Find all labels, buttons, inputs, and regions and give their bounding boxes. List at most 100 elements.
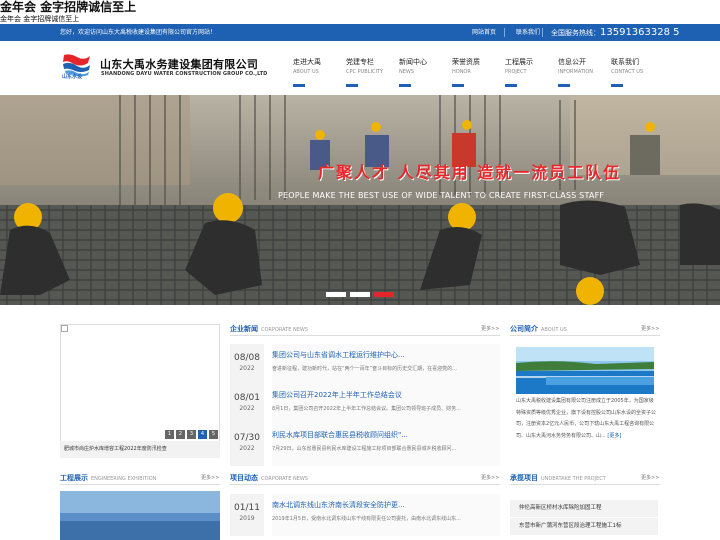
project-photo[interactable] <box>60 491 220 540</box>
nav-label-en: PROJECT <box>505 69 527 75</box>
projects-title-en: ENGINEERING EXHIBITION <box>91 476 157 482</box>
nav-underline <box>452 84 464 87</box>
news-date: 07/30 2022 <box>230 424 264 466</box>
pager-button[interactable]: 5 <box>209 430 218 439</box>
divider <box>510 484 660 485</box>
news-date: 08/01 2022 <box>230 384 264 426</box>
news-title-link[interactable]: 集团公司与山东省调水工程运行维护中心... <box>272 350 496 360</box>
logo-text: 山东水设 <box>62 74 83 80</box>
nav-label: 工程展示 <box>505 58 533 66</box>
hero-banner[interactable]: 广聚人才 人尽其用 造就一流员工队伍 PEOPLE MAKE THE BEST … <box>0 95 720 305</box>
news-summary: 8月1日，集团公司召开2022年上半年工作总结会议。集团公司领导班子成员、财务.… <box>272 406 461 412</box>
about-more-inline[interactable]: [更多] <box>607 433 621 439</box>
hotline: 全国服务热线：13591363328 5 <box>551 24 680 42</box>
undertake-item[interactable]: 东营市新广蒲河东营区段治理工程施工1标 <box>510 518 658 535</box>
news-title: 企业新闻 <box>230 325 258 333</box>
nav-project[interactable]: 工程展示 PROJECT <box>505 57 555 87</box>
about-title-en: ABOUT US <box>541 327 567 333</box>
news-item[interactable]: 08/08 2022 集团公司与山东省调水工程运行维护中心... 奋进新征程，建… <box>230 344 500 386</box>
news-date-day: 08/08 <box>234 353 260 363</box>
news-title-link[interactable]: 南水北调东线山东济南长清段安全防护更... <box>272 500 496 510</box>
undertake-more-link[interactable]: 更多>> <box>641 474 659 481</box>
banner-dot[interactable] <box>350 292 370 297</box>
news-item[interactable]: 08/01 2022 集团公司召开2022年上半年工作总结会议 8月1日，集团公… <box>230 384 500 426</box>
undertake-title: 承揽项目 <box>510 474 538 482</box>
banner-slogan-en: PEOPLE MAKE THE BEST USE OF WIDE TALENT … <box>278 191 605 200</box>
nav-label: 走进大禹 <box>293 58 321 66</box>
news-summary: 2019年1月5日，受南水北调东线山东干线有限责任公司委托，由南水北调东线山东.… <box>272 516 461 522</box>
divider <box>230 335 500 336</box>
nav-label-en: CONTACT US <box>611 69 644 75</box>
nav-cpc[interactable]: 党建专栏 CPC PUBLICITY <box>346 57 396 87</box>
project-news-item[interactable]: 01/11 2019 南水北调东线山东济南长清段安全防护更... 2019年1月… <box>230 494 500 536</box>
news-more-link[interactable]: 更多>> <box>481 325 499 332</box>
news-body: 集团公司与山东省调水工程运行维护中心... 奋进新征程，建功新时代，站在“两个一… <box>272 344 500 386</box>
nav-news[interactable]: 新闻中心 NEWS <box>399 57 449 87</box>
divider <box>504 28 505 37</box>
about-section-title: 公司简介 ABOUT US <box>510 324 567 334</box>
news-date-year: 2022 <box>239 405 255 412</box>
pager-button-active[interactable]: 4 <box>198 430 207 439</box>
pager-button[interactable]: 2 <box>176 430 185 439</box>
divider <box>510 335 660 336</box>
news-body: 利民水库项目部联合惠民县税收顾问组织"... 7月29日，山东省惠民县利民水库建… <box>272 424 500 466</box>
about-description: 山东大禹税收建设集团有限公司注册成立于2005年，为国家级特殊资质等级优秀企业，… <box>516 396 656 442</box>
site-title: 金年会 金字招牌诚信至上 <box>0 0 137 14</box>
contact-link[interactable]: 联系我们 <box>516 24 540 41</box>
news-title-link[interactable]: 集团公司召开2022年上半年工作总结会议 <box>272 390 496 400</box>
hotline-label: 全国服务热线： <box>551 29 600 37</box>
news-item[interactable]: 07/30 2022 利民水库项目部联合惠民县税收顾问组织"... 7月29日，… <box>230 424 500 466</box>
news-body: 集团公司召开2022年上半年工作总结会议 8月1日，集团公司召开2022年上半年… <box>272 384 500 426</box>
project-news-more-link[interactable]: 更多>> <box>481 474 499 481</box>
about-text: 山东大禹税收建设集团有限公司注册成立于2005年，为国家级特殊资质等级优秀企业，… <box>516 398 657 439</box>
nav-label: 荣誉资质 <box>452 58 480 66</box>
banner-image <box>0 95 720 305</box>
nav-underline <box>505 84 517 87</box>
news-date-year: 2022 <box>239 365 255 372</box>
nav-underline <box>399 84 411 87</box>
news-title-link[interactable]: 利民水库项目部联合惠民县税收顾问组织"... <box>272 430 496 440</box>
company-name: 山东大禹水务建设集团有限公司 <box>100 58 259 71</box>
news-date-day: 01/11 <box>234 503 260 513</box>
home-link[interactable]: 网站首页 <box>472 24 496 41</box>
pager-button[interactable]: 3 <box>187 430 196 439</box>
news-body: 南水北调东线山东济南长清段安全防护更... 2019年1月5日，受南水北调东线山… <box>272 494 500 536</box>
undertake-item[interactable]: 仲伦高新区桥村水库除险加固工程 <box>510 500 658 517</box>
nav-about[interactable]: 走进大禹 ABOUT US <box>293 57 343 87</box>
news-date-day: 08/01 <box>234 393 260 403</box>
news-section-title: 企业新闻 CORPORATE NEWS <box>230 324 308 334</box>
projects-title: 工程展示 <box>60 474 88 482</box>
nav-honor[interactable]: 荣誉资质 HONOR <box>452 57 502 87</box>
nav-underline <box>558 84 570 87</box>
projects-more-link[interactable]: 更多>> <box>201 474 219 481</box>
nav-label-en: NEWS <box>399 69 415 75</box>
news-date-day: 07/30 <box>234 433 260 443</box>
hotline-number: 13591363328 5 <box>600 27 680 38</box>
nav-label-en: HONOR <box>452 69 471 75</box>
nav-contact[interactable]: 联系我们 CONTACT US <box>611 57 661 87</box>
news-date-year: 2019 <box>239 515 255 522</box>
nav-underline <box>346 84 358 87</box>
news-date: 01/11 2019 <box>230 494 264 536</box>
image-placeholder-icon <box>61 325 68 332</box>
about-more-link[interactable]: 更多>> <box>641 325 659 332</box>
banner-dot[interactable] <box>326 292 346 297</box>
pager-button[interactable]: 1 <box>165 430 174 439</box>
project-news-section-title: 项目动态 CORPORATE NEWS <box>230 473 308 483</box>
project-news-title: 项目动态 <box>230 474 258 482</box>
nav-label-en: ABOUT US <box>293 69 319 75</box>
nav-label: 党建专栏 <box>346 58 374 66</box>
news-summary: 奋进新征程，建功新时代，站在“两个一百年”奋斗目标的历史交汇期，在喜迎党的... <box>272 366 457 372</box>
photo-caption[interactable]: 肥城市尚庄炉水库增容工程2022年度防汛检查 <box>60 441 220 458</box>
nav-information[interactable]: 信息公开 INFORMATION <box>558 57 608 87</box>
projects-section-title: 工程展示 ENGINEERING EXHIBITION <box>60 473 156 483</box>
nav-label-en: CPC PUBLICITY <box>346 69 384 75</box>
nav-underline <box>611 84 623 87</box>
nav-underline <box>293 84 305 87</box>
welcome-text: 您好，欢迎访问山东大禹税收建设集团有限公司官方网站！ <box>60 29 217 36</box>
photo-slideshow[interactable] <box>60 324 220 458</box>
undertake-section-title: 承揽项目 UNDERTAKE THE PROJECT <box>510 473 606 483</box>
banner-dot-active[interactable] <box>374 292 394 297</box>
nav-label: 联系我们 <box>611 58 639 66</box>
banner-slogan: 广聚人才 人尽其用 造就一流员工队伍 <box>318 163 622 182</box>
